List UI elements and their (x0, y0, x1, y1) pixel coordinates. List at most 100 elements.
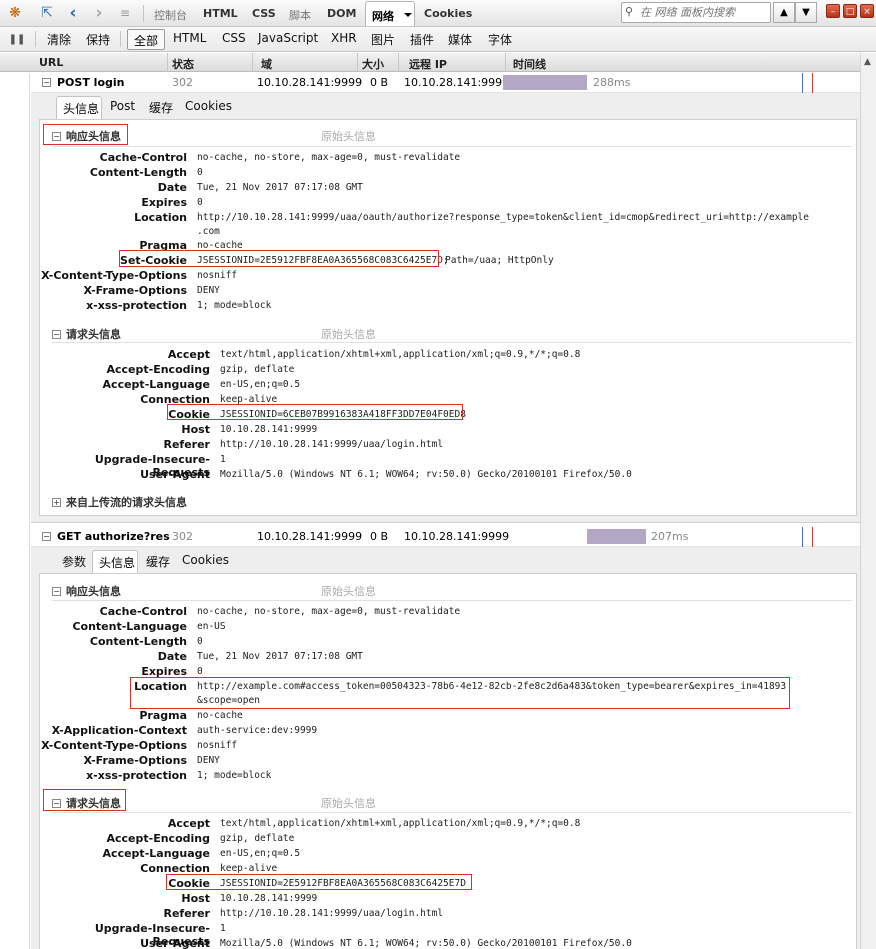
col-size[interactable]: 大小 (362, 56, 384, 72)
clear-button[interactable]: 清除 (47, 31, 71, 48)
minimize-icon[interactable]: – (826, 4, 840, 18)
detail-tab-cache[interactable]: 缓存 (149, 99, 173, 116)
request-row[interactable]: − POST login 302 10.10.28.141:9999 0 B 1… (31, 73, 860, 93)
header-value: en-US,en;q=0.5 (220, 379, 301, 390)
chevron-down-icon (404, 13, 412, 17)
detail-tabs: 头信息 Post 缓存 Cookies (31, 93, 860, 119)
raw-headers-link[interactable]: 原始头信息 (321, 326, 376, 342)
raw-headers-link[interactable]: 原始头信息 (321, 128, 376, 144)
headers-panel: − 响应头信息 原始头信息 Cache-Control no-cache, no-… (39, 573, 857, 949)
tab-dom[interactable]: DOM (327, 7, 356, 20)
vertical-scrollbar[interactable]: ▲ (860, 53, 876, 949)
collapse-icon[interactable]: − (42, 532, 51, 541)
header-name: Content-Length (89, 166, 187, 179)
search-prev-button[interactable]: ▲ (773, 2, 795, 23)
search-icon: ⚲ (625, 5, 634, 18)
left-gutter (0, 73, 30, 949)
request-status: 302 (172, 76, 193, 89)
request-row[interactable]: − GET authorize?res 302 10.10.28.141:999… (31, 527, 860, 547)
filter-all-label: 全部 (134, 34, 159, 48)
header-value: 10.10.28.141:9999 (220, 424, 318, 435)
detail-tab-cookies[interactable]: Cookies (182, 553, 229, 567)
request-size: 0 B (370, 76, 389, 89)
filter-css[interactable]: CSS (222, 31, 246, 45)
filter-fonts[interactable]: 字体 (488, 31, 512, 48)
col-remote-ip[interactable]: 远程 IP (409, 56, 447, 72)
filter-plugins[interactable]: 插件 (410, 31, 434, 48)
col-divider (252, 53, 253, 72)
col-status[interactable]: 状态 (172, 56, 194, 72)
back-icon[interactable]: ‹ (64, 3, 82, 23)
close-icon[interactable]: × (860, 4, 874, 18)
forward-icon[interactable]: › (90, 3, 108, 23)
header-value: text/html,application/xhtml+xml,applicat… (220, 818, 581, 829)
detail-tab-cookies[interactable]: Cookies (185, 99, 232, 113)
request-detail: 头信息 Post 缓存 Cookies − 响应头信息 原始头信息 Cache-C… (31, 93, 860, 523)
header-value: http://10.10.28.141:9999/uaa/login.html (220, 908, 444, 919)
search-next-button[interactable]: ▼ (795, 2, 817, 23)
header-name: Accept-Encoding (106, 363, 211, 376)
header-value: gzip, deflate (220, 833, 295, 844)
header-name: Location (134, 211, 187, 224)
tab-html[interactable]: HTML (203, 7, 238, 20)
request-domain: 10.10.28.141:9999 (257, 76, 363, 89)
highlight-box (119, 250, 439, 267)
header-value: DENY (197, 285, 220, 296)
dom-loaded-line (802, 73, 803, 93)
header-name: X-Frame-Options (83, 284, 188, 297)
scroll-up-icon[interactable]: ▲ (864, 57, 871, 67)
tab-cookies[interactable]: Cookies (424, 7, 472, 20)
header-name: Content-Length (89, 635, 187, 648)
tab-console[interactable]: 控制台 (154, 7, 187, 23)
highlight-box (130, 677, 790, 709)
divider (52, 146, 852, 147)
detail-tab-label: 头信息 (63, 102, 100, 116)
tab-script[interactable]: 脚本 (289, 7, 311, 23)
section-title: 来自上传流的请求头信息 (66, 496, 187, 509)
request-time: 288ms (593, 76, 631, 89)
firebug-icon[interactable]: ❋ (6, 4, 24, 22)
tab-css[interactable]: CSS (252, 7, 276, 20)
header-value: 1; mode=block (197, 300, 272, 311)
detail-tab-params[interactable]: 参数 (62, 553, 86, 570)
filter-all[interactable]: 全部 (127, 29, 165, 50)
persist-button[interactable]: 保持 (86, 31, 110, 48)
column-header: URL 状态 域 大小 远程 IP 时间线 (0, 53, 876, 72)
detail-tab-post[interactable]: Post (110, 99, 135, 113)
header-name: Cache-Control (99, 605, 187, 618)
divider (52, 812, 852, 813)
header-name: Date (157, 181, 187, 194)
timeline-bar (587, 529, 646, 544)
load-line (812, 73, 813, 93)
pause-icon[interactable]: ❚❚ (8, 30, 26, 48)
detail-tab-cache[interactable]: 缓存 (146, 553, 170, 570)
header-name: X-Content-Type-Options (41, 739, 187, 752)
raw-headers-link[interactable]: 原始头信息 (321, 583, 376, 599)
request-headers-toggle[interactable]: − 请求头信息 (52, 326, 121, 342)
header-value: no-cache, no-store, max-age=0, must-reva… (197, 152, 461, 163)
detail-tab-headers[interactable]: 头信息 (56, 96, 102, 119)
collapse-icon[interactable]: − (42, 78, 51, 87)
filter-media[interactable]: 媒体 (448, 31, 472, 48)
filter-javascript[interactable]: JavaScript (258, 31, 318, 45)
filter-html[interactable]: HTML (173, 31, 206, 45)
search-box[interactable]: ⚲ (621, 2, 771, 23)
filter-images[interactable]: 图片 (371, 31, 395, 48)
header-name: Date (157, 650, 187, 663)
list-icon[interactable]: ≡ (116, 4, 134, 22)
detail-tab-headers[interactable]: 头信息 (92, 550, 138, 573)
inspect-icon[interactable]: ⇱ (38, 4, 56, 22)
dom-loaded-line (802, 527, 803, 547)
request-url: POST login (57, 76, 125, 89)
detach-icon[interactable]: □ (843, 4, 857, 18)
col-url[interactable]: URL (39, 56, 63, 69)
response-headers-toggle[interactable]: − 响应头信息 (52, 583, 121, 599)
tab-network[interactable]: 网络 (365, 1, 415, 26)
search-input[interactable] (640, 5, 768, 20)
request-domain: 10.10.28.141:9999 (257, 530, 363, 543)
upload-headers-toggle[interactable]: + 来自上传流的请求头信息 (52, 494, 187, 510)
raw-headers-link[interactable]: 原始头信息 (321, 795, 376, 811)
col-domain[interactable]: 域 (261, 56, 272, 72)
filter-xhr[interactable]: XHR (331, 31, 357, 45)
col-timeline[interactable]: 时间线 (513, 56, 546, 72)
